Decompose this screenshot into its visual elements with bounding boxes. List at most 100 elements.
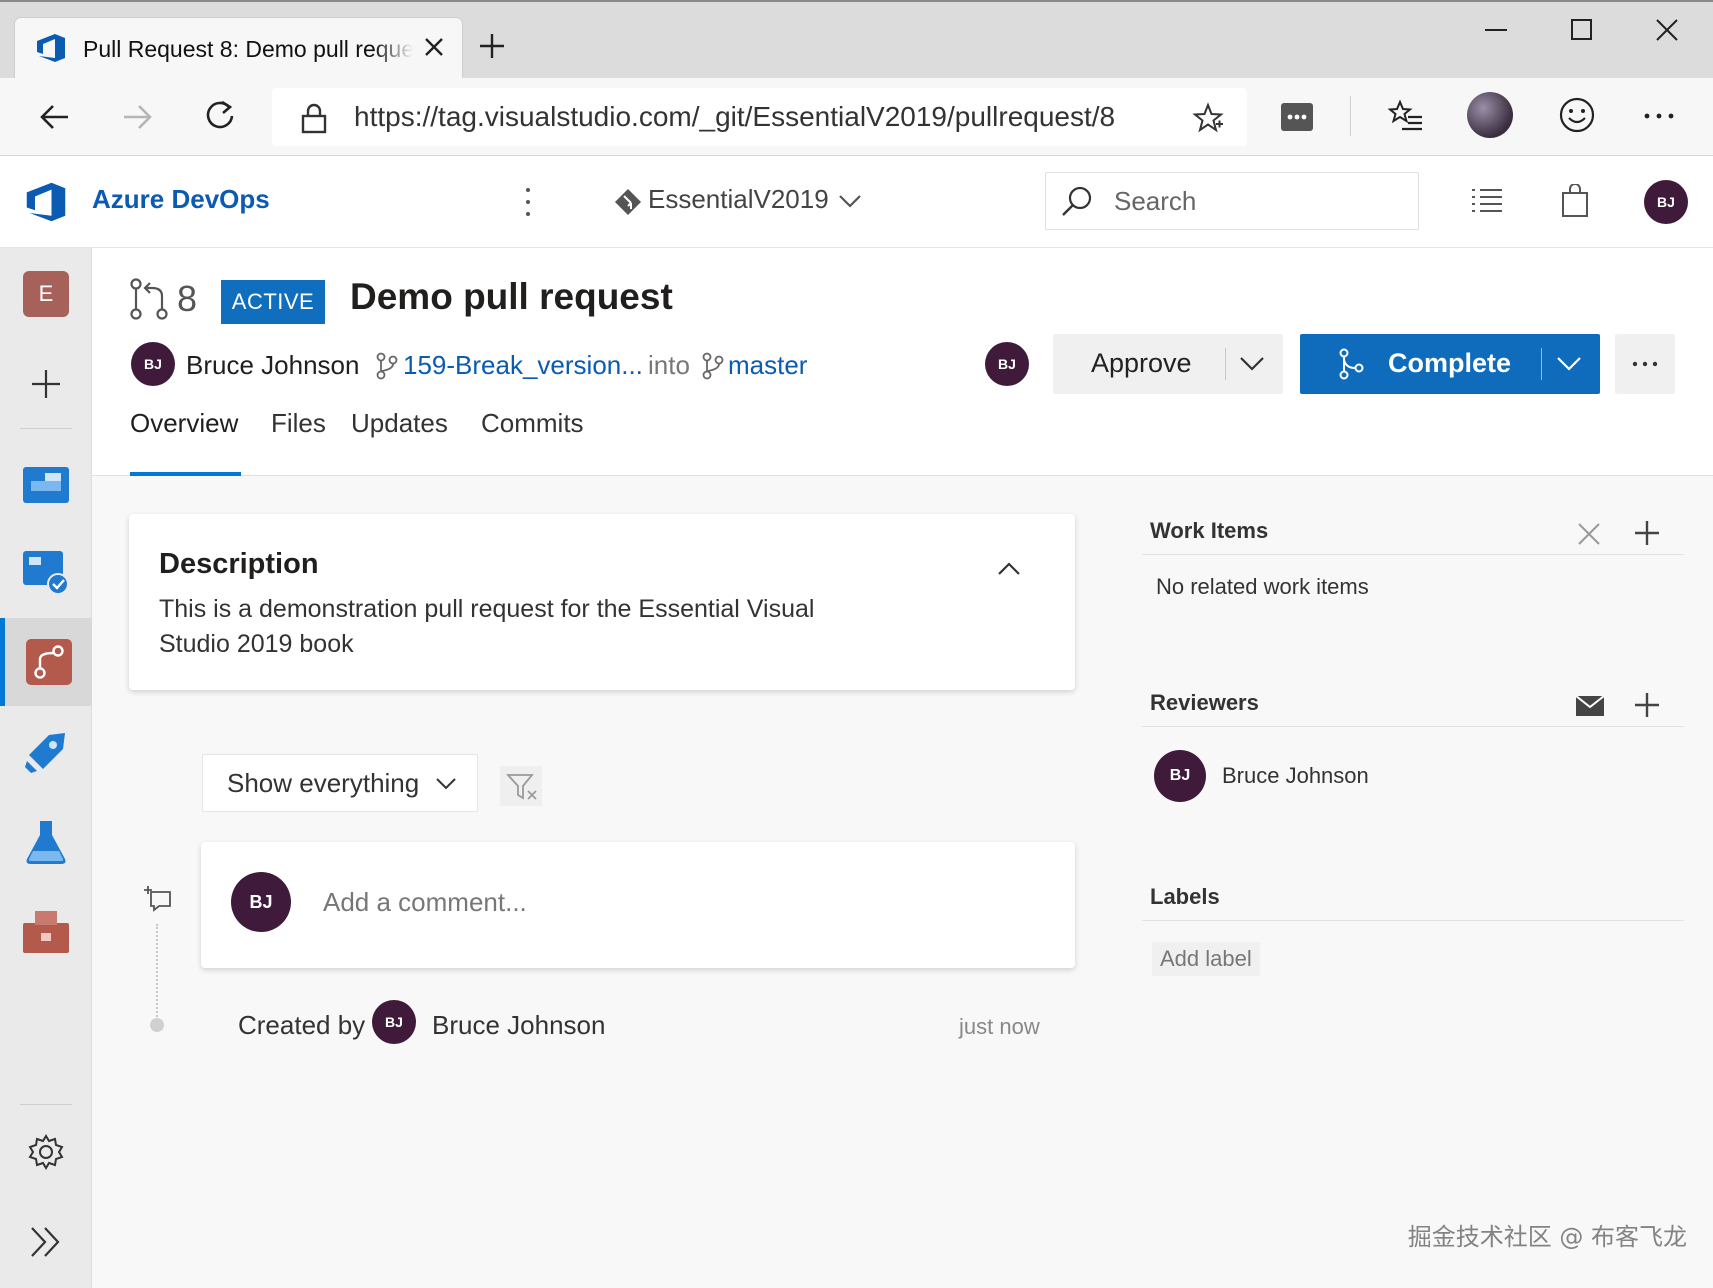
minimize-icon[interactable] [1485, 28, 1509, 32]
add-label-button[interactable]: Add label [1152, 942, 1260, 976]
azure-devops-favicon-icon [35, 32, 67, 64]
artifacts-icon[interactable] [0, 888, 92, 976]
refresh-icon[interactable] [202, 98, 238, 134]
browser-toolbar: https://tag.visualstudio.com/_git/Essent… [0, 78, 1713, 156]
target-branch-icon [702, 352, 724, 380]
more-actions-button[interactable] [1615, 334, 1675, 394]
no-work-items-text: No related work items [1156, 574, 1369, 599]
tab-commits[interactable]: Commits [481, 408, 584, 439]
creator-name[interactable]: Bruce Johnson [432, 1010, 605, 1041]
azure-devops-logo-icon[interactable] [24, 180, 68, 224]
left-navigation: E [0, 248, 92, 1288]
close-tab-icon[interactable] [423, 36, 445, 58]
reviewers-heading: Reviewers [1150, 690, 1259, 715]
org-avatar-item[interactable]: E [0, 250, 92, 338]
extension-icon[interactable] [1280, 102, 1314, 132]
merge-icon [1338, 348, 1364, 380]
author-name[interactable]: Bruce Johnson [186, 350, 359, 381]
test-plans-icon[interactable] [0, 798, 92, 886]
clear-filter-button[interactable] [500, 766, 542, 806]
comment-box[interactable]: BJ Add a comment... [201, 842, 1075, 968]
description-card: Description This is a demonstration pull… [129, 514, 1075, 690]
favorite-star-icon[interactable] [1192, 102, 1224, 134]
search-box[interactable]: Search [1045, 172, 1419, 230]
favorites-icon[interactable] [1388, 98, 1424, 134]
target-branch-link[interactable]: master [728, 350, 807, 381]
pipelines-icon[interactable] [0, 708, 92, 796]
reviewer-name[interactable]: Bruce Johnson [1222, 763, 1369, 789]
section-divider [1142, 920, 1684, 921]
comment-input[interactable]: Add a comment... [323, 887, 527, 918]
tab-updates[interactable]: Updates [351, 408, 448, 439]
search-icon [1060, 185, 1094, 219]
task-list-icon[interactable] [1470, 186, 1504, 216]
forward-icon[interactable] [120, 100, 154, 134]
pull-request-number: 8 [177, 278, 198, 319]
repo-diamond-icon [614, 188, 642, 216]
clear-filter-icon [506, 772, 538, 802]
user-avatar[interactable]: BJ [1644, 180, 1688, 224]
pull-request-icon [128, 278, 170, 320]
source-branch-link[interactable]: 159-Break_version... [403, 350, 643, 381]
browser-tab[interactable]: Pull Request 8: Demo pull request - Azur… [15, 18, 462, 80]
approve-label: Approve [1091, 348, 1192, 378]
add-work-item-plus-icon[interactable] [1634, 520, 1660, 546]
creator-avatar[interactable]: BJ [372, 1000, 416, 1044]
remove-work-item-close-icon[interactable] [1577, 522, 1601, 546]
boards-icon[interactable] [0, 528, 92, 616]
button-divider [1541, 348, 1542, 380]
feedback-smiley-icon[interactable] [1558, 96, 1596, 134]
status-badge: ACTIVE [221, 280, 325, 324]
nav-divider [20, 428, 72, 429]
source-branch-icon [376, 352, 398, 380]
url-text[interactable]: https://tag.visualstudio.com/_git/Essent… [354, 98, 1174, 136]
tab-overview[interactable]: Overview [130, 408, 238, 439]
approve-chevron-down-icon[interactable] [1239, 356, 1265, 372]
commenter-avatar: BJ [231, 872, 291, 932]
page-title: Demo pull request [350, 276, 673, 317]
project-selector[interactable]: EssentialV2019 [648, 184, 829, 215]
timeline-dot [150, 1018, 164, 1032]
address-bar[interactable]: https://tag.visualstudio.com/_git/Essent… [272, 88, 1247, 146]
nav-divider [20, 1104, 72, 1105]
author-avatar[interactable]: BJ [131, 342, 175, 386]
project-chevron-down-icon[interactable] [838, 194, 862, 208]
button-divider [1225, 348, 1226, 380]
profile-icon[interactable] [1467, 92, 1513, 138]
approve-button[interactable]: Approve [1053, 334, 1283, 394]
into-label: into [648, 350, 690, 380]
complete-button[interactable]: Complete [1300, 334, 1600, 394]
reviewer-vote-avatar[interactable]: BJ [985, 342, 1029, 386]
reviewer-avatar[interactable]: BJ [1154, 750, 1206, 802]
maximize-icon[interactable] [1570, 18, 1594, 42]
filter-chevron-down-icon [435, 777, 457, 791]
repos-icon[interactable] [0, 618, 92, 706]
add-reviewer-plus-icon[interactable] [1634, 692, 1660, 718]
search-placeholder: Search [1114, 186, 1197, 216]
overview-icon[interactable] [0, 438, 92, 526]
description-text: This is a demonstration pull request for… [159, 595, 815, 658]
expand-nav-chevron-icon[interactable] [0, 1198, 92, 1286]
filter-label: Show everything [227, 768, 420, 798]
back-icon[interactable] [38, 100, 72, 134]
more-vertical-icon[interactable] [524, 186, 532, 218]
lock-icon[interactable] [300, 102, 328, 134]
org-avatar: E [23, 271, 69, 317]
project-settings-gear-icon[interactable] [0, 1108, 92, 1196]
active-tab-indicator [130, 472, 241, 476]
marketplace-bag-icon[interactable] [1560, 184, 1590, 218]
ellipsis-icon [1631, 360, 1659, 368]
activity-filter-dropdown[interactable]: Show everything [202, 754, 478, 812]
add-comment-icon[interactable] [143, 884, 173, 912]
tab-files[interactable]: Files [271, 408, 326, 439]
timeline-rail [156, 924, 158, 1024]
collapse-chevron-up-icon[interactable] [997, 562, 1021, 576]
close-window-icon[interactable] [1655, 18, 1679, 42]
complete-chevron-down-icon[interactable] [1556, 356, 1582, 372]
browser-menu-icon[interactable] [1643, 112, 1675, 120]
work-items-heading: Work Items [1150, 518, 1269, 543]
brand-name[interactable]: Azure DevOps [92, 184, 270, 215]
new-tab-icon[interactable] [478, 32, 506, 60]
new-item-plus-icon[interactable] [0, 340, 92, 428]
email-reviewers-mail-icon[interactable] [1576, 696, 1604, 716]
